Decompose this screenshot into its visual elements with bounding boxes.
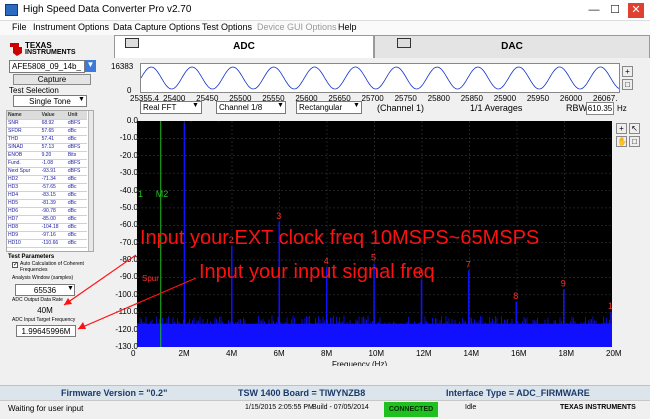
status-bar: Firmware Version = "0.2" TSW 1400 Board … xyxy=(0,385,650,400)
build-info: Build - 07/05/2014 xyxy=(312,404,369,411)
bottom-bar: Waiting for user input 1/15/2015 2:05:55… xyxy=(0,400,650,419)
interface-type: Interface Type = ADC_FIRMWARE xyxy=(446,388,590,398)
datetime: 1/15/2015 2:05:55 PM xyxy=(245,404,314,411)
status-message: Waiting for user input xyxy=(8,404,84,413)
board-info: TSW 1400 Board = TIWYNZB8 xyxy=(238,388,366,398)
firmware-version: Firmware Version = "0.2" xyxy=(61,388,168,398)
idle-indicator: Idle xyxy=(465,404,477,411)
arrow-to-rate xyxy=(63,254,137,306)
ti-footer-logo: TEXAS INSTRUMENTS xyxy=(560,404,636,411)
arrow-to-freq xyxy=(77,277,197,330)
annotation-arrows xyxy=(63,254,197,330)
arrow-head-rate xyxy=(64,298,72,305)
connected-indicator: CONNECTED xyxy=(384,402,438,417)
